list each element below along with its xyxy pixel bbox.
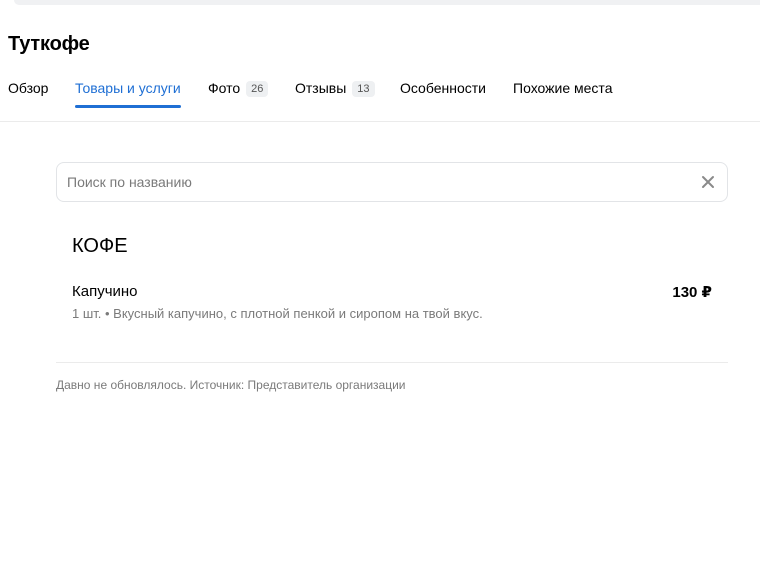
tab-label: Похожие места	[513, 80, 613, 96]
tab-label: Особенности	[400, 80, 486, 96]
search-box	[56, 162, 728, 202]
tab-label: Товары и услуги	[75, 80, 181, 96]
page-title: Туткофе	[8, 33, 90, 55]
tab-overview[interactable]: Обзор	[8, 76, 48, 110]
tab-reviews[interactable]: Отзывы 13	[295, 76, 375, 110]
header-divider	[0, 121, 760, 122]
count-badge: 26	[246, 81, 269, 97]
category-heading: КОФЕ	[72, 235, 128, 257]
tab-features[interactable]: Особенности	[400, 76, 486, 110]
search-input[interactable]	[67, 174, 667, 190]
tab-similar-places[interactable]: Похожие места	[513, 76, 612, 110]
product-price: 130 ₽	[672, 284, 712, 301]
tab-label: Фото	[208, 80, 241, 96]
section-divider	[56, 362, 728, 363]
product-name: Капучино	[72, 283, 138, 300]
count-badge: 13	[352, 81, 375, 97]
close-icon[interactable]	[701, 175, 715, 189]
source-note: Давно не обновлялось. Источник: Представ…	[56, 378, 406, 392]
product-description: 1 шт. • Вкусный капучино, с плотной пенк…	[72, 306, 483, 321]
tab-photos[interactable]: Фото 26	[208, 76, 269, 110]
tab-label: Отзывы	[295, 80, 347, 96]
tab-products-services[interactable]: Товары и услуги	[75, 76, 181, 110]
tab-label: Обзор	[8, 80, 49, 96]
tab-bar: Обзор Товары и услуги Фото 26 Отзывы 13 …	[0, 76, 760, 110]
top-search-strip	[14, 0, 760, 5]
